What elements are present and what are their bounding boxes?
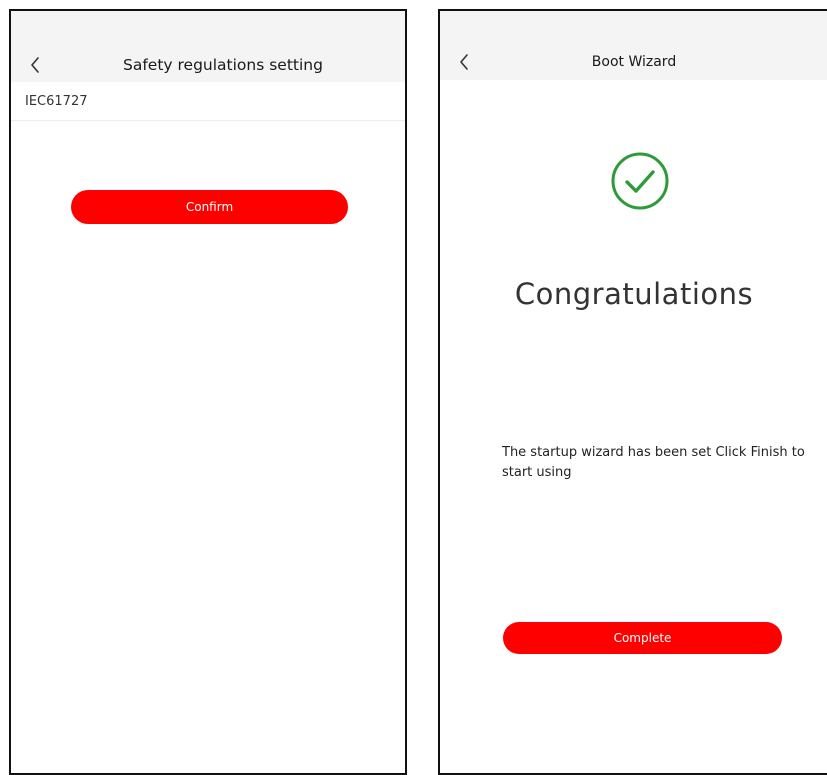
nav-bar: Safety regulations setting [11,48,405,82]
chevron-left-icon [31,57,39,73]
complete-button[interactable]: Complete [503,622,782,654]
page-title: Boot Wizard [591,54,677,70]
safety-regulations-screen: Safety regulations setting IEC61727 Conf… [9,9,407,775]
congratulations-heading: Congratulations [514,277,754,311]
back-button[interactable] [23,52,49,78]
status-bar-area [440,11,827,44]
completion-message: The startup wizard has been set Click Fi… [502,445,805,480]
status-bar-area [11,11,405,48]
boot-wizard-screen: Boot Wizard Congratulations The startup … [438,9,827,775]
nav-bar: Boot Wizard [440,44,827,80]
confirm-button[interactable]: Confirm [71,190,348,224]
check-circle-icon [611,152,669,210]
list-item-label: IEC61727 [25,94,88,109]
page-title: Safety regulations setting [123,56,323,74]
list-item-standard[interactable]: IEC61727 [11,84,405,121]
